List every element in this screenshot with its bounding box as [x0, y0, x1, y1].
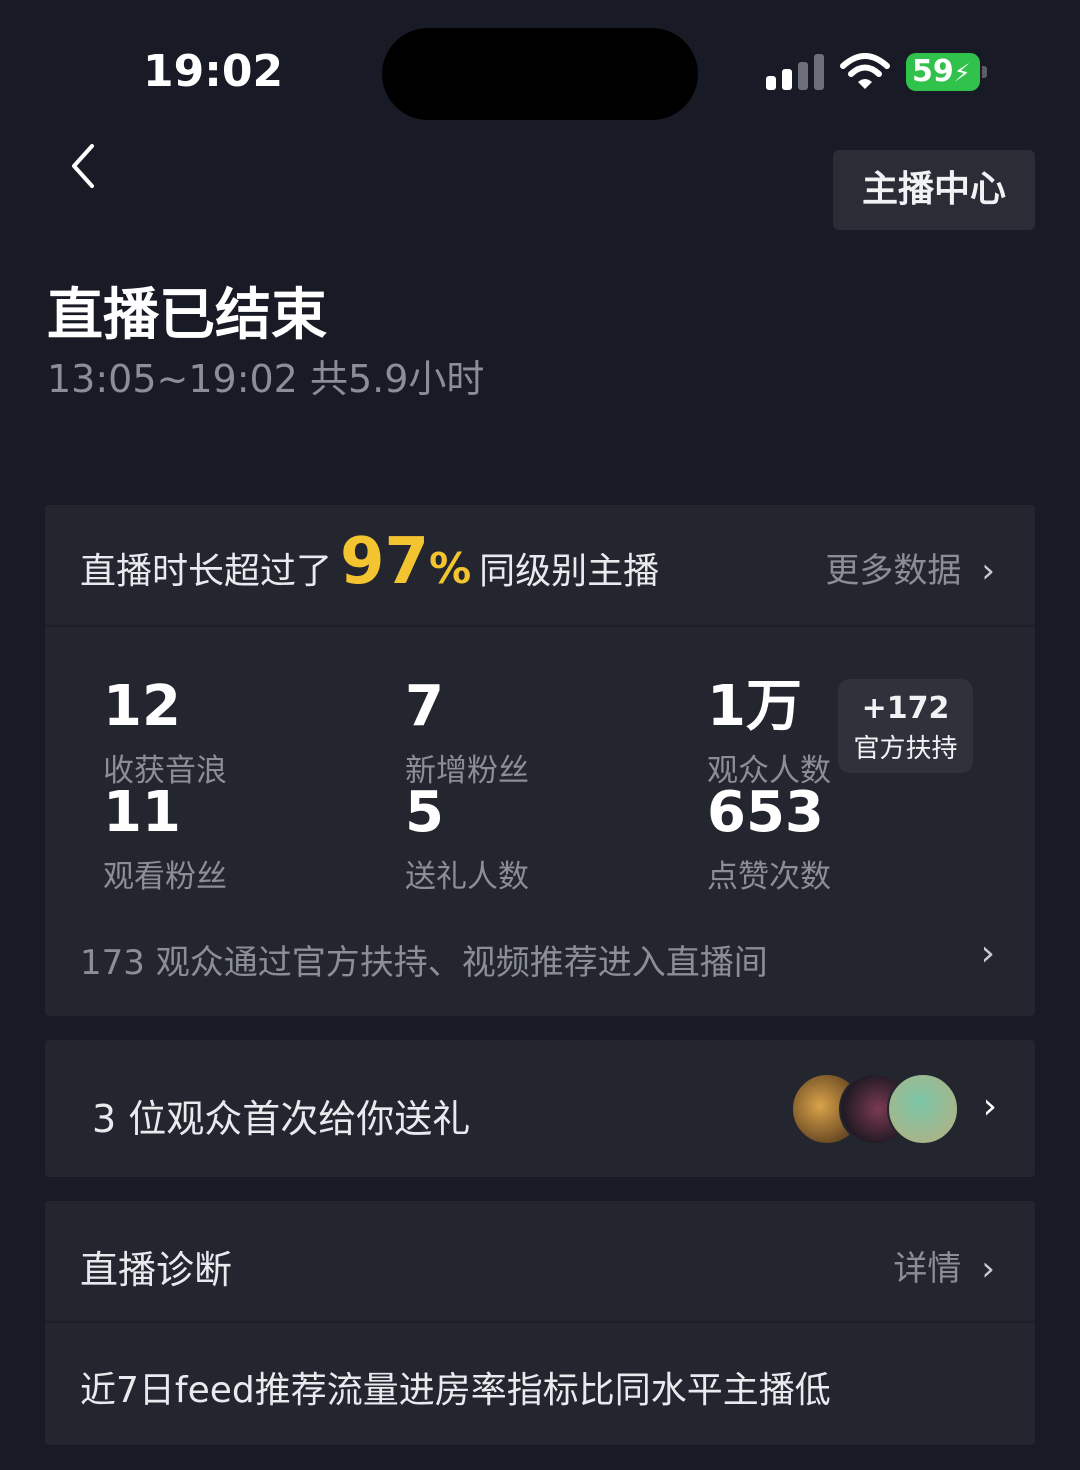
support-label: 官方扶持 [853, 734, 958, 764]
page-title: 直播已结束 [47, 283, 327, 348]
live-duration: 13:05~19:02 共5.9小时 [47, 357, 485, 401]
stat-gifters[interactable]: 5 送礼人数 [405, 783, 529, 896]
stat-label: 点赞次数 [707, 859, 831, 895]
live-diagnosis-card: 直播诊断 详情 › 近7日feed推荐流量进房率指标比同水平主播低 [45, 1201, 1035, 1445]
details-label: 详情 [893, 1249, 962, 1289]
avatar [887, 1073, 959, 1145]
divider [45, 1321, 1035, 1323]
back-button[interactable] [66, 140, 100, 192]
stat-label: 观看粉丝 [103, 859, 227, 895]
ranking-prefix: 直播时长超过了 [80, 551, 333, 592]
support-count: +172 [861, 691, 950, 726]
stat-watching-fans[interactable]: 11 观看粉丝 [103, 783, 227, 896]
ranking-percent-value: 97 [340, 525, 430, 599]
stat-sound-waves[interactable]: 12 收获音浪 [103, 677, 227, 790]
ranking-percent-sign: % [429, 544, 472, 593]
battery-indicator: 59⚡ [906, 53, 980, 91]
chevron-right-icon[interactable]: › [981, 933, 995, 974]
duration-ranking: 直播时长超过了 97% 同级别主播 [80, 525, 659, 599]
wifi-icon [840, 52, 890, 94]
diagnosis-item: 近7日feed推荐流量进房率指标比同水平主播低 [80, 1370, 831, 1411]
chevron-right-icon: › [981, 1249, 995, 1289]
more-data-label: 更多数据 [825, 551, 962, 591]
stat-value: 5 [405, 780, 444, 845]
stat-value: 7 [405, 674, 444, 739]
chevron-right-icon: › [981, 551, 995, 591]
stat-new-fans[interactable]: 7 新增粉丝 [405, 677, 529, 790]
more-data-link[interactable]: 更多数据 › [825, 543, 995, 592]
stat-value: 1万 [707, 674, 802, 739]
stat-viewers[interactable]: 1万 观众人数 [707, 677, 831, 790]
stat-value: 12 [103, 674, 181, 739]
status-time: 19:02 [143, 46, 284, 97]
dynamic-island [382, 28, 698, 120]
stat-label: 送礼人数 [405, 859, 529, 895]
battery-level: 59 [912, 54, 954, 89]
chevron-right-icon[interactable]: › [983, 1086, 997, 1127]
battery-tip [982, 66, 987, 78]
first-gift-text: 3 位观众首次给你送礼 [92, 1097, 471, 1141]
diagnosis-details-link[interactable]: 详情 › [893, 1241, 995, 1290]
traffic-source-row[interactable]: 173 观众通过官方扶持、视频推荐进入直播间 [80, 935, 768, 984]
chevron-left-icon [72, 144, 94, 188]
ranking-suffix: 同级别主播 [479, 551, 660, 592]
anchor-center-button[interactable]: 主播中心 [833, 150, 1035, 230]
cellular-signal-icon [766, 54, 824, 90]
live-stats-card: 直播时长超过了 97% 同级别主播 更多数据 › 12 收获音浪 7 新增粉丝 1万 … [45, 505, 1035, 1016]
diagnosis-title: 直播诊断 [80, 1248, 233, 1292]
stat-value: 11 [103, 780, 181, 845]
divider [45, 625, 1035, 627]
charging-bolt-icon: ⚡ [953, 59, 971, 87]
first-gift-card[interactable]: 3 位观众首次给你送礼 › [45, 1040, 1035, 1177]
official-support-badge: +172 官方扶持 [838, 679, 973, 773]
stat-value: 653 [707, 780, 824, 845]
stat-likes[interactable]: 653 点赞次数 [707, 783, 831, 896]
